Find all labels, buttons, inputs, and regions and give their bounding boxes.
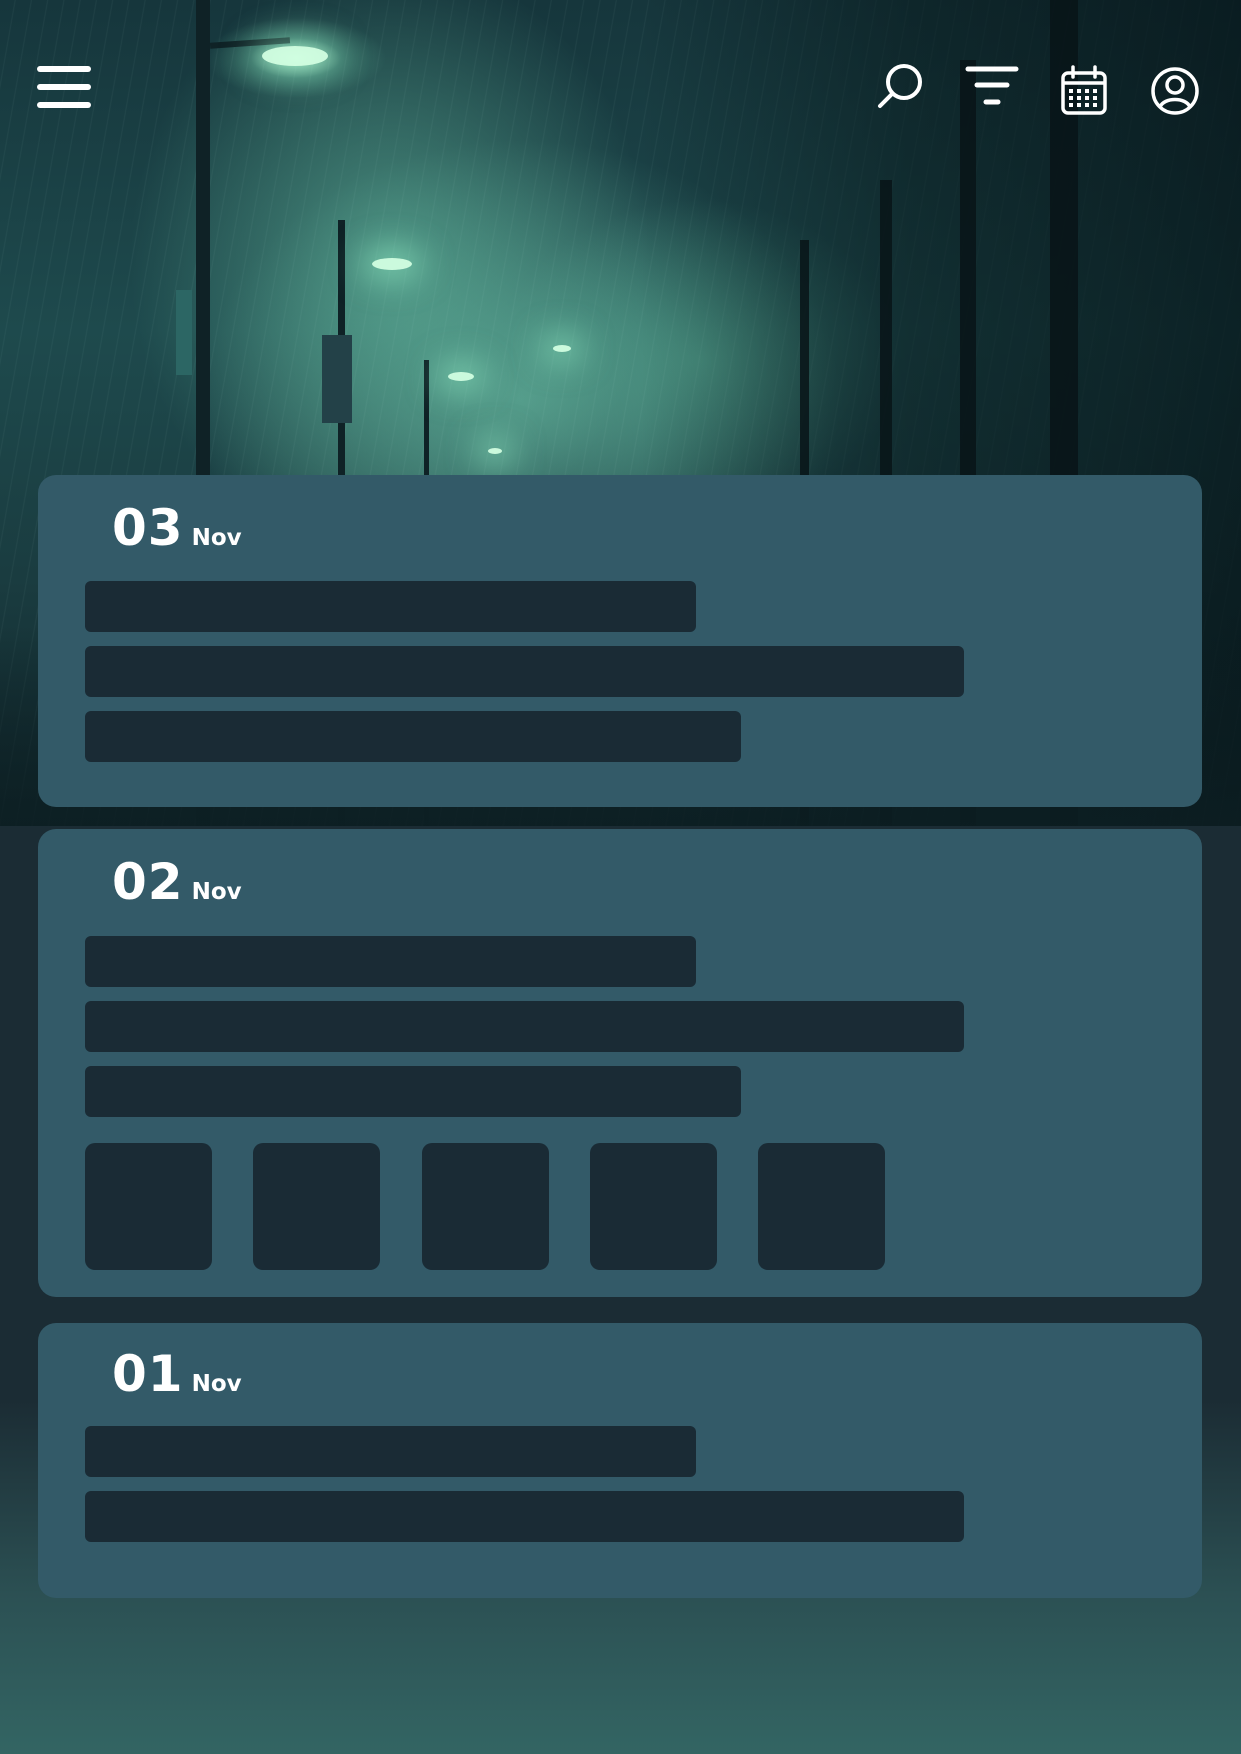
day-card[interactable]: 02 Nov (38, 829, 1202, 1297)
day-header: 01 Nov (112, 1345, 242, 1403)
day-number: 02 (112, 853, 184, 911)
image-thumbnail[interactable] (253, 1143, 380, 1270)
text-placeholder (85, 646, 964, 697)
text-placeholder (85, 581, 696, 632)
day-number: 03 (112, 499, 184, 557)
image-thumbnail[interactable] (85, 1143, 212, 1270)
month-label: Nov (191, 525, 242, 551)
month-label: Nov (191, 879, 242, 905)
user-icon[interactable] (1148, 64, 1204, 120)
month-label: Nov (191, 1371, 242, 1397)
image-thumbnail[interactable] (422, 1143, 549, 1270)
day-card[interactable]: 01 Nov (38, 1323, 1202, 1598)
text-placeholder (85, 1491, 964, 1542)
day-number: 01 (112, 1345, 184, 1403)
search-icon[interactable] (874, 60, 930, 116)
image-thumbnail[interactable] (590, 1143, 717, 1270)
text-placeholder (85, 1066, 741, 1117)
filter-icon[interactable] (964, 60, 1020, 116)
day-header: 02 Nov (112, 853, 242, 911)
top-app-bar (0, 0, 1241, 180)
day-header: 03 Nov (112, 499, 242, 557)
calendar-icon[interactable] (1058, 64, 1114, 120)
text-placeholder (85, 1001, 964, 1052)
menu-icon[interactable] (36, 60, 92, 116)
text-placeholder (85, 711, 741, 762)
image-thumbnail[interactable] (758, 1143, 885, 1270)
text-placeholder (85, 1426, 696, 1477)
day-card[interactable]: 03 Nov (38, 475, 1202, 807)
text-placeholder (85, 936, 696, 987)
